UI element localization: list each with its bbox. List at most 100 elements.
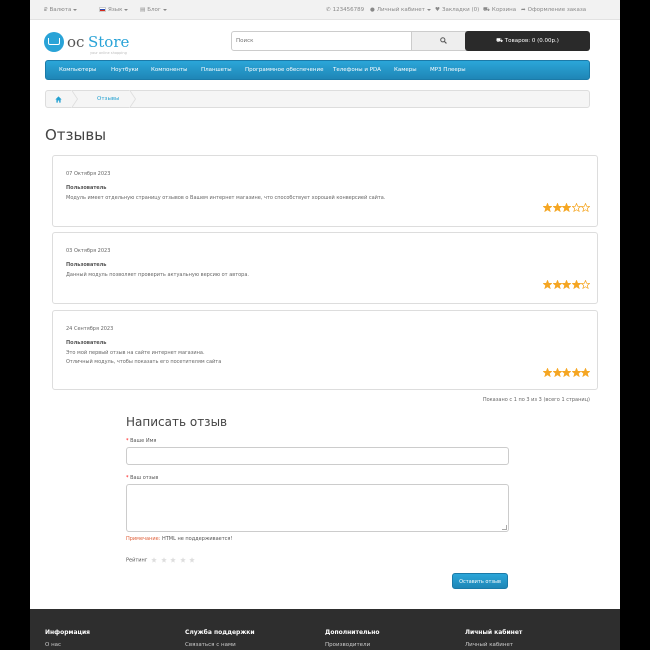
review-card: 03 Октября 2023 Пользователь Данный моду… — [52, 232, 598, 304]
breadcrumb-separator — [129, 90, 136, 108]
menu-item-laptops[interactable]: Ноутбуки — [111, 67, 139, 73]
rating-input: Рейтинг — [126, 557, 196, 564]
menu-item-cameras[interactable]: Камеры — [394, 67, 417, 73]
search-icon — [440, 37, 447, 44]
flag-ru-icon — [99, 7, 106, 12]
category-menu: Компьютеры Ноутбуки Компоненты Планшеты … — [45, 60, 590, 80]
write-review-title: Написать отзыв — [126, 415, 228, 429]
logo-tagline: your online shopping — [90, 51, 127, 55]
blog-label: Блог — [147, 7, 161, 13]
checkout-link[interactable]: ➦ Оформление заказа — [521, 6, 586, 14]
star-empty-icon — [571, 203, 581, 212]
checkout-label: Оформление заказа — [527, 7, 587, 13]
chevron-down-icon — [426, 8, 431, 11]
phone-label: 123456789 — [332, 7, 365, 13]
page: ₽ Валюта Язык ▤ Блог ✆ 123456789 ● Личный ка… — [30, 0, 620, 650]
footer-heading: Информация — [45, 629, 90, 636]
review-date: 07 Октября 2023 — [66, 171, 111, 177]
breadcrumb-separator — [71, 90, 78, 108]
star-empty-icon — [581, 280, 590, 289]
breadcrumb: Отзывы — [45, 90, 590, 108]
cart-button[interactable]: ⛟ Товаров: 0 (0.00р.) — [465, 31, 590, 51]
note-warning: Примечание: — [126, 536, 161, 542]
submit-review-button[interactable]: Оставить отзыв — [452, 573, 508, 589]
menu-item-computers[interactable]: Компьютеры — [59, 67, 96, 73]
chevron-down-icon — [73, 8, 78, 11]
star-filled-icon — [571, 280, 581, 289]
menu-item-software[interactable]: Программное обеспечение — [245, 67, 323, 73]
footer-heading: Личный кабинет — [465, 629, 523, 636]
footer-column-info: Информация О нас — [45, 629, 90, 648]
store-logo[interactable]: oc Store your online shopping — [44, 30, 164, 56]
menu-item-phones[interactable]: Телефоны и PDA — [333, 67, 381, 73]
name-label: * Ваше Имя — [126, 438, 156, 444]
share-icon: ➦ — [521, 7, 526, 13]
star-filled-icon — [571, 368, 581, 377]
account-dropdown[interactable]: ● Личный кабинет — [370, 6, 431, 14]
footer-column-extras: Дополнительно Производители — [325, 629, 379, 648]
review-rating — [543, 280, 590, 289]
star-filled-icon — [552, 280, 562, 289]
currency-label: Валюта — [49, 7, 72, 13]
menu-item-components[interactable]: Компоненты — [151, 67, 188, 73]
review-date: 03 Октября 2023 — [66, 248, 111, 254]
rating-star-3[interactable] — [170, 557, 176, 563]
review-label-text: Ваш отзыв — [130, 475, 159, 481]
star-filled-icon — [543, 203, 552, 212]
blog-icon: ▤ — [140, 7, 146, 13]
footer-link[interactable]: Личный кабинет — [465, 642, 522, 648]
currency-dropdown[interactable]: ₽ Валюта — [44, 6, 78, 14]
review-textarea[interactable] — [126, 484, 509, 532]
home-icon[interactable] — [55, 96, 62, 103]
top-bar: ₽ Валюта Язык ▤ Блог ✆ 123456789 ● Личный ка… — [30, 0, 620, 20]
pagination-summary: Показано с 1 по 3 из 3 (всего 1 страниц) — [482, 397, 590, 403]
review-text: Модуль имеет отдельную страницу отзывов … — [66, 195, 386, 201]
star-filled-icon — [543, 280, 552, 289]
review-card: 07 Октября 2023 Пользователь Модуль имее… — [52, 155, 598, 227]
review-text: Данный модуль позволяет проверить актуал… — [66, 272, 249, 278]
review-author: Пользователь — [66, 185, 107, 191]
language-label: Язык — [108, 7, 123, 13]
currency-icon: ₽ — [44, 7, 48, 13]
phone-link[interactable]: ✆ 123456789 — [326, 6, 364, 14]
star-filled-icon — [543, 368, 552, 377]
footer-link[interactable]: Связаться с нами — [185, 642, 255, 648]
rating-star-1[interactable] — [151, 557, 157, 563]
blog-dropdown[interactable]: ▤ Блог — [140, 6, 167, 14]
language-dropdown[interactable]: Язык — [99, 6, 129, 14]
chevron-down-icon — [124, 8, 129, 11]
star-filled-icon — [562, 368, 571, 377]
account-label: Личный кабинет — [376, 7, 425, 13]
footer-link[interactable]: Производители — [325, 642, 379, 648]
star-filled-icon — [562, 280, 571, 289]
cart-icon: ⛟ — [483, 7, 490, 13]
search-input[interactable] — [232, 32, 411, 50]
cart-link[interactable]: ⛟ Корзина — [483, 6, 516, 14]
user-icon: ● — [370, 7, 375, 13]
review-author: Пользователь — [66, 340, 107, 346]
review-card: 24 Сентября 2023 Пользователь Это мой пе… — [52, 310, 598, 390]
rating-star-5[interactable] — [189, 557, 196, 563]
rating-label: Рейтинг — [126, 557, 148, 564]
name-field[interactable] — [126, 447, 509, 465]
review-author: Пользователь — [66, 262, 107, 268]
star-filled-icon — [552, 368, 562, 377]
star-filled-icon — [562, 203, 571, 212]
review-text: Это мой первый отзыв на сайте интернет м… — [66, 350, 222, 365]
rating-star-2[interactable] — [160, 557, 167, 563]
footer-column-account: Личный кабинет Личный кабинет — [465, 629, 522, 648]
footer-heading: Дополнительно — [325, 629, 380, 636]
footer-link[interactable]: О нас — [45, 642, 90, 648]
review-rating — [543, 368, 590, 377]
wishlist-link[interactable]: ♥ Закладки (0) — [435, 6, 479, 14]
star-empty-icon — [581, 203, 590, 212]
cart-button-label: Товаров: 0 (0.00р.) — [504, 38, 559, 44]
menu-item-tablets[interactable]: Планшеты — [201, 67, 232, 73]
star-filled-icon — [552, 203, 562, 212]
logo-text-oc: oc — [67, 33, 85, 51]
footer: Информация О нас Служба поддержки Связат… — [30, 609, 620, 650]
breadcrumb-current[interactable]: Отзывы — [97, 96, 119, 102]
menu-item-mp3[interactable]: MP3 Плееры — [430, 67, 466, 73]
rating-star-4[interactable] — [180, 557, 186, 563]
logo-text-store: Store — [88, 33, 130, 51]
